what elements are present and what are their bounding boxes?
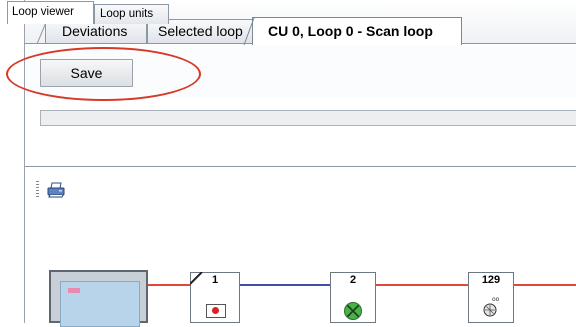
loop-unit-2[interactable]: 2 [330, 272, 376, 323]
loop-line-red [376, 284, 468, 286]
svg-text:oo: oo [492, 296, 500, 303]
subtab-strip [25, 143, 576, 167]
tab-scan-loop[interactable]: CU 0, Loop 0 - Scan loop [243, 17, 462, 45]
red-dot-icon [206, 304, 226, 318]
control-unit-icon [60, 281, 140, 327]
unit-number: 1 [211, 274, 219, 286]
loop-line-red [514, 284, 576, 286]
print-icon[interactable] [47, 182, 65, 198]
tab-loop-units[interactable]: Loop units [94, 4, 169, 24]
control-unit[interactable] [49, 270, 148, 327]
unit-number: 129 [481, 274, 501, 286]
loop-unit-1[interactable]: 1 [190, 272, 240, 323]
progress-bar [40, 110, 576, 126]
tab-label: CU 0, Loop 0 - Scan loop [268, 23, 433, 39]
green-cross-icon [344, 302, 362, 320]
save-button[interactable]: Save [40, 59, 133, 87]
loop-line-blue [240, 284, 330, 286]
unit-number: 2 [349, 274, 357, 286]
control-unit-led [68, 288, 80, 293]
sounder-icon: oo [483, 296, 500, 317]
toolbar-grip[interactable] [36, 181, 39, 197]
tab-label: Selected loop [158, 23, 243, 39]
tab-label: Deviations [62, 23, 128, 39]
tab-loop-viewer[interactable]: Loop viewer [7, 1, 94, 24]
app-window: Deviations Selected loop CU 0, Loop 0 - … [0, 0, 576, 327]
loop-line-red [148, 284, 190, 286]
loop-unit-129[interactable]: 129 oo [468, 272, 514, 323]
tab-slant [243, 17, 255, 45]
